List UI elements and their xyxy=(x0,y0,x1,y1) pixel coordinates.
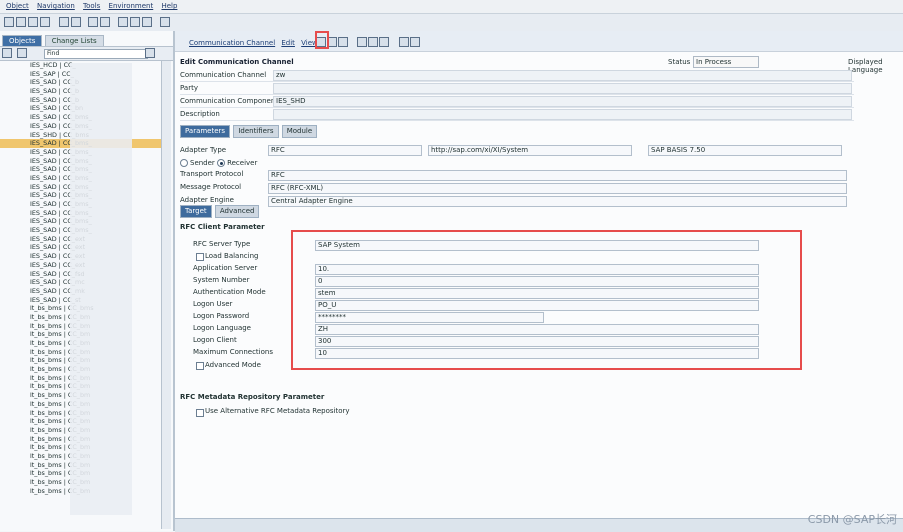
component-label: Communication Component xyxy=(180,97,279,105)
editor-menu: Communication Channel Edit View xyxy=(189,39,322,47)
sender-label: Sender xyxy=(190,159,215,167)
rfc-field-label: Maximum Connections xyxy=(193,348,273,356)
rfc-field-label: Logon Client xyxy=(193,336,237,344)
tab-identifiers[interactable]: Identifiers xyxy=(233,125,279,138)
message-value[interactable]: RFC (RFC-XML) xyxy=(268,183,847,194)
repository-title: RFC Metadata Repository Parameter xyxy=(180,393,325,401)
header-fields: Communication Channel zw Party Communicat… xyxy=(180,69,854,121)
collapse-icon[interactable] xyxy=(145,48,155,58)
redacted-area xyxy=(70,63,132,515)
activate-icon[interactable] xyxy=(40,17,50,27)
copy-icon[interactable] xyxy=(338,37,348,47)
status-label: Status xyxy=(668,58,691,66)
party-value xyxy=(273,83,852,94)
tools-icon[interactable] xyxy=(160,17,170,27)
sender-radio[interactable] xyxy=(180,159,188,167)
object-tree-panel: Objects Change Lists Find IES_HCD | CC_ I… xyxy=(0,31,175,531)
engine-label: Adapter Engine xyxy=(180,196,234,204)
status-value: In Process xyxy=(693,56,759,68)
left-toolbar: Find xyxy=(0,46,173,61)
page-title: Edit Communication Channel xyxy=(180,58,294,66)
print-icon[interactable] xyxy=(399,37,409,47)
receiver-label: Receiver xyxy=(227,159,258,167)
main-toolbar xyxy=(0,14,903,32)
find-field[interactable]: Find xyxy=(44,49,148,59)
rfc-field-label: Application Server xyxy=(193,264,258,272)
forward-icon[interactable] xyxy=(130,17,140,27)
tab-advanced[interactable]: Advanced xyxy=(214,205,260,218)
rfc-field-label: Logon Password xyxy=(193,312,250,320)
adapter-type-label: Adapter Type xyxy=(180,146,227,154)
tree-scrollbar[interactable] xyxy=(161,61,171,529)
message-label: Message Protocol xyxy=(180,183,242,191)
tab-target[interactable]: Target xyxy=(180,205,212,218)
menu-bar: Object Navigation Tools Environment Help xyxy=(0,0,903,14)
menu-tools[interactable]: Tools xyxy=(83,0,100,13)
main-editor: Communication Channel Edit View Edit Com… xyxy=(175,31,903,532)
edit-menu[interactable]: Edit xyxy=(281,39,295,47)
tab-parameters[interactable]: Parameters xyxy=(180,125,231,138)
help-icon[interactable] xyxy=(410,37,420,47)
menu-navigation[interactable]: Navigation xyxy=(37,0,75,13)
transport-value[interactable]: RFC xyxy=(268,170,847,181)
menu-object[interactable]: Object xyxy=(6,0,29,13)
save-icon[interactable] xyxy=(28,17,38,27)
alternate-repository-checkbox[interactable] xyxy=(196,409,204,417)
rfc-field-label: System Number xyxy=(193,276,250,284)
parameters-section: Adapter Type RFC http://sap.com/xi/XI/Sy… xyxy=(180,139,855,489)
party-label: Party xyxy=(180,84,198,92)
adapter-version: SAP BASIS 7.50 xyxy=(648,145,842,156)
channel-value: zw xyxy=(273,70,852,81)
target-tabs: Target Advanced xyxy=(180,205,260,218)
search-icon[interactable] xyxy=(59,17,69,27)
transport-label: Transport Protocol xyxy=(180,170,244,178)
rfc-highlight xyxy=(291,230,802,370)
check-icon[interactable] xyxy=(357,37,367,47)
edit-highlight xyxy=(315,31,329,49)
compare-icon[interactable] xyxy=(71,17,81,27)
rfc-field-label: Advanced Mode xyxy=(205,361,261,369)
alternate-repository-label: Use Alternative RFC Metadata Repository xyxy=(205,407,350,415)
filter-icon[interactable] xyxy=(17,48,27,58)
receiver-radio[interactable] xyxy=(217,159,226,167)
rfc-checkbox[interactable] xyxy=(196,253,204,261)
rfc-field-label: Logon User xyxy=(193,300,233,308)
rfc-field-label: Logon Language xyxy=(193,324,251,332)
refresh-icon[interactable] xyxy=(88,17,98,27)
where-used-icon[interactable] xyxy=(379,37,389,47)
tab-module[interactable]: Module xyxy=(281,125,318,138)
component-value: IES_SHD xyxy=(273,96,852,107)
history-icon[interactable] xyxy=(368,37,378,47)
status-bar xyxy=(175,518,903,532)
rfc-field-label: Load Balancing xyxy=(205,252,259,260)
menu-environment[interactable]: Environment xyxy=(109,0,154,13)
back-icon[interactable] xyxy=(118,17,128,27)
language-label: Displayed Language xyxy=(848,58,883,74)
expand-icon[interactable] xyxy=(2,48,12,58)
adapter-type-value: RFC xyxy=(268,145,422,156)
editor-header: Communication Channel Edit View xyxy=(175,31,903,52)
description-value[interactable] xyxy=(273,109,852,120)
window-icon[interactable] xyxy=(142,17,152,27)
rfc-checkbox[interactable] xyxy=(196,362,204,370)
new-object-icon[interactable] xyxy=(4,17,14,27)
main-tabs: Parameters Identifiers Module xyxy=(180,125,318,138)
communication-channel-menu[interactable]: Communication Channel xyxy=(189,39,275,47)
rfc-client-title: RFC Client Parameter xyxy=(180,223,265,231)
menu-help[interactable]: Help xyxy=(161,0,177,13)
watermark: CSDN @SAP长河 xyxy=(807,513,897,526)
open-object-icon[interactable] xyxy=(16,17,26,27)
description-label: Description xyxy=(180,110,220,118)
settings-icon[interactable] xyxy=(100,17,110,27)
rfc-field-label: RFC Server Type xyxy=(193,240,251,248)
rfc-field-label: Authentication Mode xyxy=(193,288,266,296)
channel-label: Communication Channel xyxy=(180,71,267,79)
engine-value[interactable]: Central Adapter Engine xyxy=(268,196,847,207)
adapter-namespace: http://sap.com/xi/XI/System xyxy=(428,145,632,156)
